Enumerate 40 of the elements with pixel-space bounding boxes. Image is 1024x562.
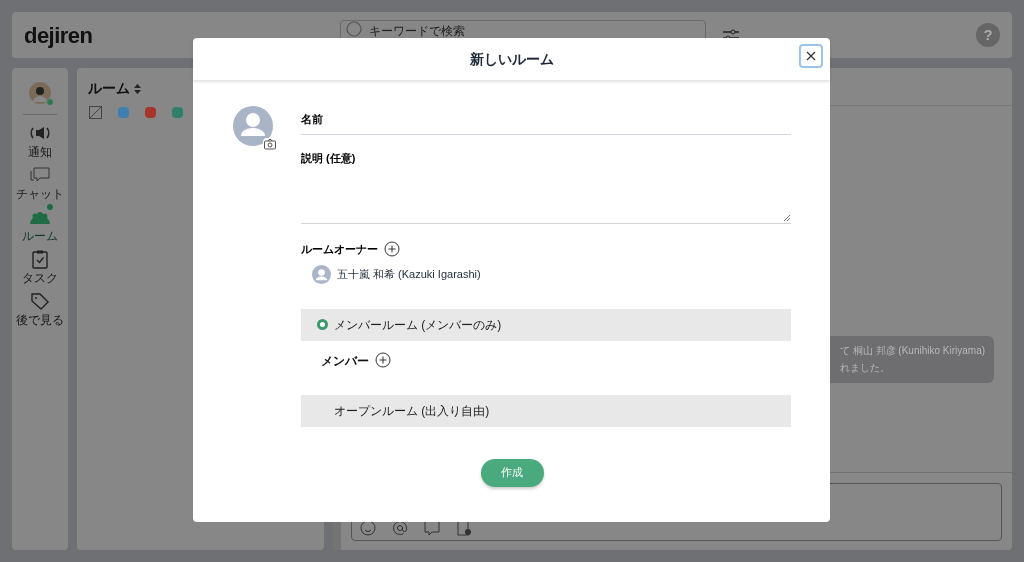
user-avatar-icon — [312, 264, 331, 284]
toast-text: れました。 — [840, 361, 891, 375]
color-filter[interactable] — [172, 107, 183, 118]
close-button[interactable] — [799, 44, 823, 68]
section-label: メンバー — [321, 352, 369, 370]
room-type-option[interactable]: オープンルーム (出入り自由) — [301, 394, 791, 427]
search-icon — [346, 21, 362, 37]
section-label: ルームオーナー — [301, 242, 378, 257]
camera-icon[interactable] — [263, 138, 277, 150]
logo: dejiren — [24, 21, 94, 50]
field-label: 名前 — [301, 113, 323, 125]
create-button[interactable]: 作成 — [480, 458, 544, 487]
description-field[interactable]: 説明 (任意) — [301, 145, 791, 224]
owner-name: 五十嵐 和希 (Kazuki Igarashi) — [337, 266, 481, 282]
toast-text: て 桐山 邦彦 (Kunihiko Kiriyama) — [840, 344, 987, 358]
color-filter[interactable] — [145, 107, 156, 118]
resize-handle-icon[interactable] — [784, 215, 790, 221]
add-icon[interactable] — [384, 241, 400, 258]
sort-icon[interactable] — [134, 83, 141, 94]
radio-button[interactable] — [317, 319, 328, 330]
clipboard-icon — [29, 249, 51, 269]
dialog-title: 新しいルーム — [469, 49, 554, 69]
user-avatar[interactable] — [29, 82, 51, 104]
nav-item[interactable]: ルーム — [13, 207, 67, 243]
panel-title: ルーム — [88, 79, 130, 98]
name-field[interactable]: 名前 — [301, 106, 791, 135]
field-label: 説明 (任意) — [301, 152, 356, 164]
mention-icon[interactable] — [392, 520, 408, 536]
nav-item[interactable]: タスク — [13, 249, 67, 285]
add-icon[interactable] — [375, 351, 391, 368]
tag-icon — [29, 291, 51, 311]
help-button[interactable]: ? — [976, 23, 1000, 47]
nav-item[interactable]: 後で見る — [13, 291, 67, 327]
color-filter[interactable] — [118, 107, 129, 118]
emoji-icon[interactable] — [360, 520, 376, 536]
no-color-icon[interactable] — [89, 106, 102, 119]
room-type-option[interactable]: メンバールーム (メンバーのみ) — [301, 308, 791, 341]
nav-item[interactable]: 通知 — [13, 123, 67, 159]
close-icon — [806, 51, 816, 61]
nav-item[interactable]: チャット — [13, 165, 67, 201]
